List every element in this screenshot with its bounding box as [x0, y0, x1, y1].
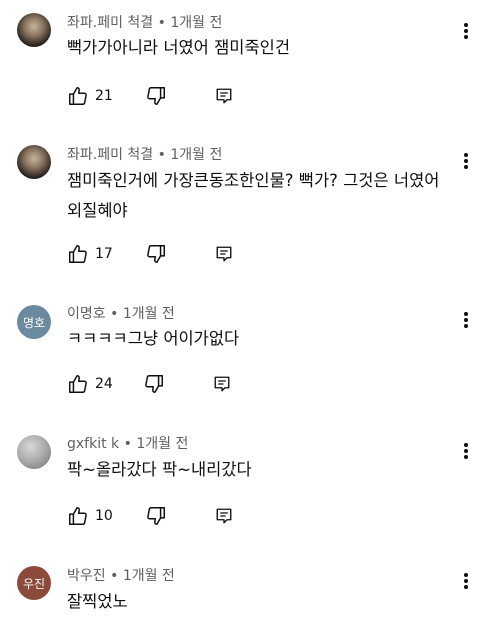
reply-button[interactable] — [213, 375, 231, 393]
dislike-button[interactable] — [145, 85, 167, 107]
thumbs-up-icon — [67, 373, 89, 395]
meta-separator: • — [157, 15, 166, 31]
thumbs-down-icon — [145, 243, 167, 265]
reply-icon — [215, 507, 233, 525]
avatar-initials: 우진 — [22, 576, 46, 591]
like-count: 21 — [95, 88, 113, 104]
more-options-button[interactable] — [460, 309, 472, 331]
avatar[interactable]: 우진 — [17, 566, 51, 600]
comment-age: 1개월 전 — [136, 436, 189, 452]
like-button[interactable]: 17 — [67, 243, 113, 265]
more-options-button[interactable] — [460, 20, 472, 42]
meta-separator: • — [123, 436, 132, 452]
avatar[interactable] — [17, 435, 51, 469]
more-vertical-icon — [464, 23, 468, 27]
more-options-button[interactable] — [460, 440, 472, 462]
thumbs-down-icon — [145, 85, 167, 107]
meta-separator: • — [110, 568, 119, 584]
avatar[interactable] — [17, 145, 51, 179]
comment-age: 1개월 전 — [170, 15, 223, 31]
dislike-button[interactable] — [145, 243, 167, 265]
thumbs-down-icon — [143, 373, 165, 395]
comment-author[interactable]: 좌파.페미 척결 — [67, 147, 153, 163]
more-vertical-icon — [464, 153, 468, 157]
thumbs-up-icon — [67, 243, 89, 265]
like-button[interactable]: 10 — [67, 505, 113, 527]
comment-actions: 17 — [67, 242, 233, 266]
reply-icon — [215, 245, 233, 263]
like-button[interactable]: 24 — [67, 373, 113, 395]
thumbs-down-icon — [145, 505, 167, 527]
more-vertical-icon — [464, 312, 468, 316]
comment-actions: 21 — [67, 84, 233, 108]
comment-meta: 박우진 • 1개월 전 — [67, 565, 175, 585]
comment-text: ㅋㅋㅋㅋ그냥 어이가없다 — [67, 329, 240, 348]
comment-meta: 좌파.페미 척결 • 1개월 전 — [67, 144, 222, 164]
like-count: 17 — [95, 246, 113, 262]
more-options-button[interactable] — [460, 150, 472, 172]
comment-author[interactable]: 좌파.페미 척결 — [67, 15, 153, 31]
comment-age: 1개월 전 — [170, 147, 223, 163]
comment-text: 잼미죽인거에 가장큰동조한인물? 뻑가? 그것은 너였어 외질혜야 — [67, 171, 440, 220]
reply-button[interactable] — [215, 245, 233, 263]
dislike-button[interactable] — [143, 373, 165, 395]
more-vertical-icon — [464, 443, 468, 447]
avatar[interactable]: 명호 — [17, 305, 51, 339]
more-options-button[interactable] — [460, 570, 472, 592]
avatar-initials: 명호 — [22, 315, 46, 330]
like-count: 24 — [95, 376, 113, 392]
reply-icon — [215, 87, 233, 105]
comment-age: 1개월 전 — [122, 568, 175, 584]
more-vertical-icon — [464, 573, 468, 577]
comment-meta: 좌파.페미 척결 • 1개월 전 — [67, 12, 222, 32]
comment-text: 잘찍었노 — [67, 592, 128, 611]
comment-text: 팍~올라갔다 팍~내리갔다 — [67, 460, 252, 479]
comment-actions: 24 — [67, 372, 231, 396]
reply-icon — [213, 375, 231, 393]
reply-button[interactable] — [215, 507, 233, 525]
comment-author[interactable]: 박우진 — [67, 568, 106, 584]
meta-separator: • — [110, 306, 119, 322]
meta-separator: • — [157, 147, 166, 163]
comment-age: 1개월 전 — [122, 306, 175, 322]
comment-author[interactable]: 이명호 — [67, 306, 106, 322]
dislike-button[interactable] — [145, 505, 167, 527]
thumbs-up-icon — [67, 85, 89, 107]
reply-button[interactable] — [215, 87, 233, 105]
comment-actions: 10 — [67, 504, 233, 528]
like-button[interactable]: 21 — [67, 85, 113, 107]
comment-meta: gxfkit k • 1개월 전 — [67, 433, 188, 453]
avatar[interactable] — [17, 13, 51, 47]
like-count: 10 — [95, 508, 113, 524]
thumbs-up-icon — [67, 505, 89, 527]
comment-author[interactable]: gxfkit k — [67, 436, 119, 452]
comment-meta: 이명호 • 1개월 전 — [67, 303, 175, 323]
comment-text: 뻑가가아니라 너였어 잼미죽인건 — [67, 38, 291, 57]
